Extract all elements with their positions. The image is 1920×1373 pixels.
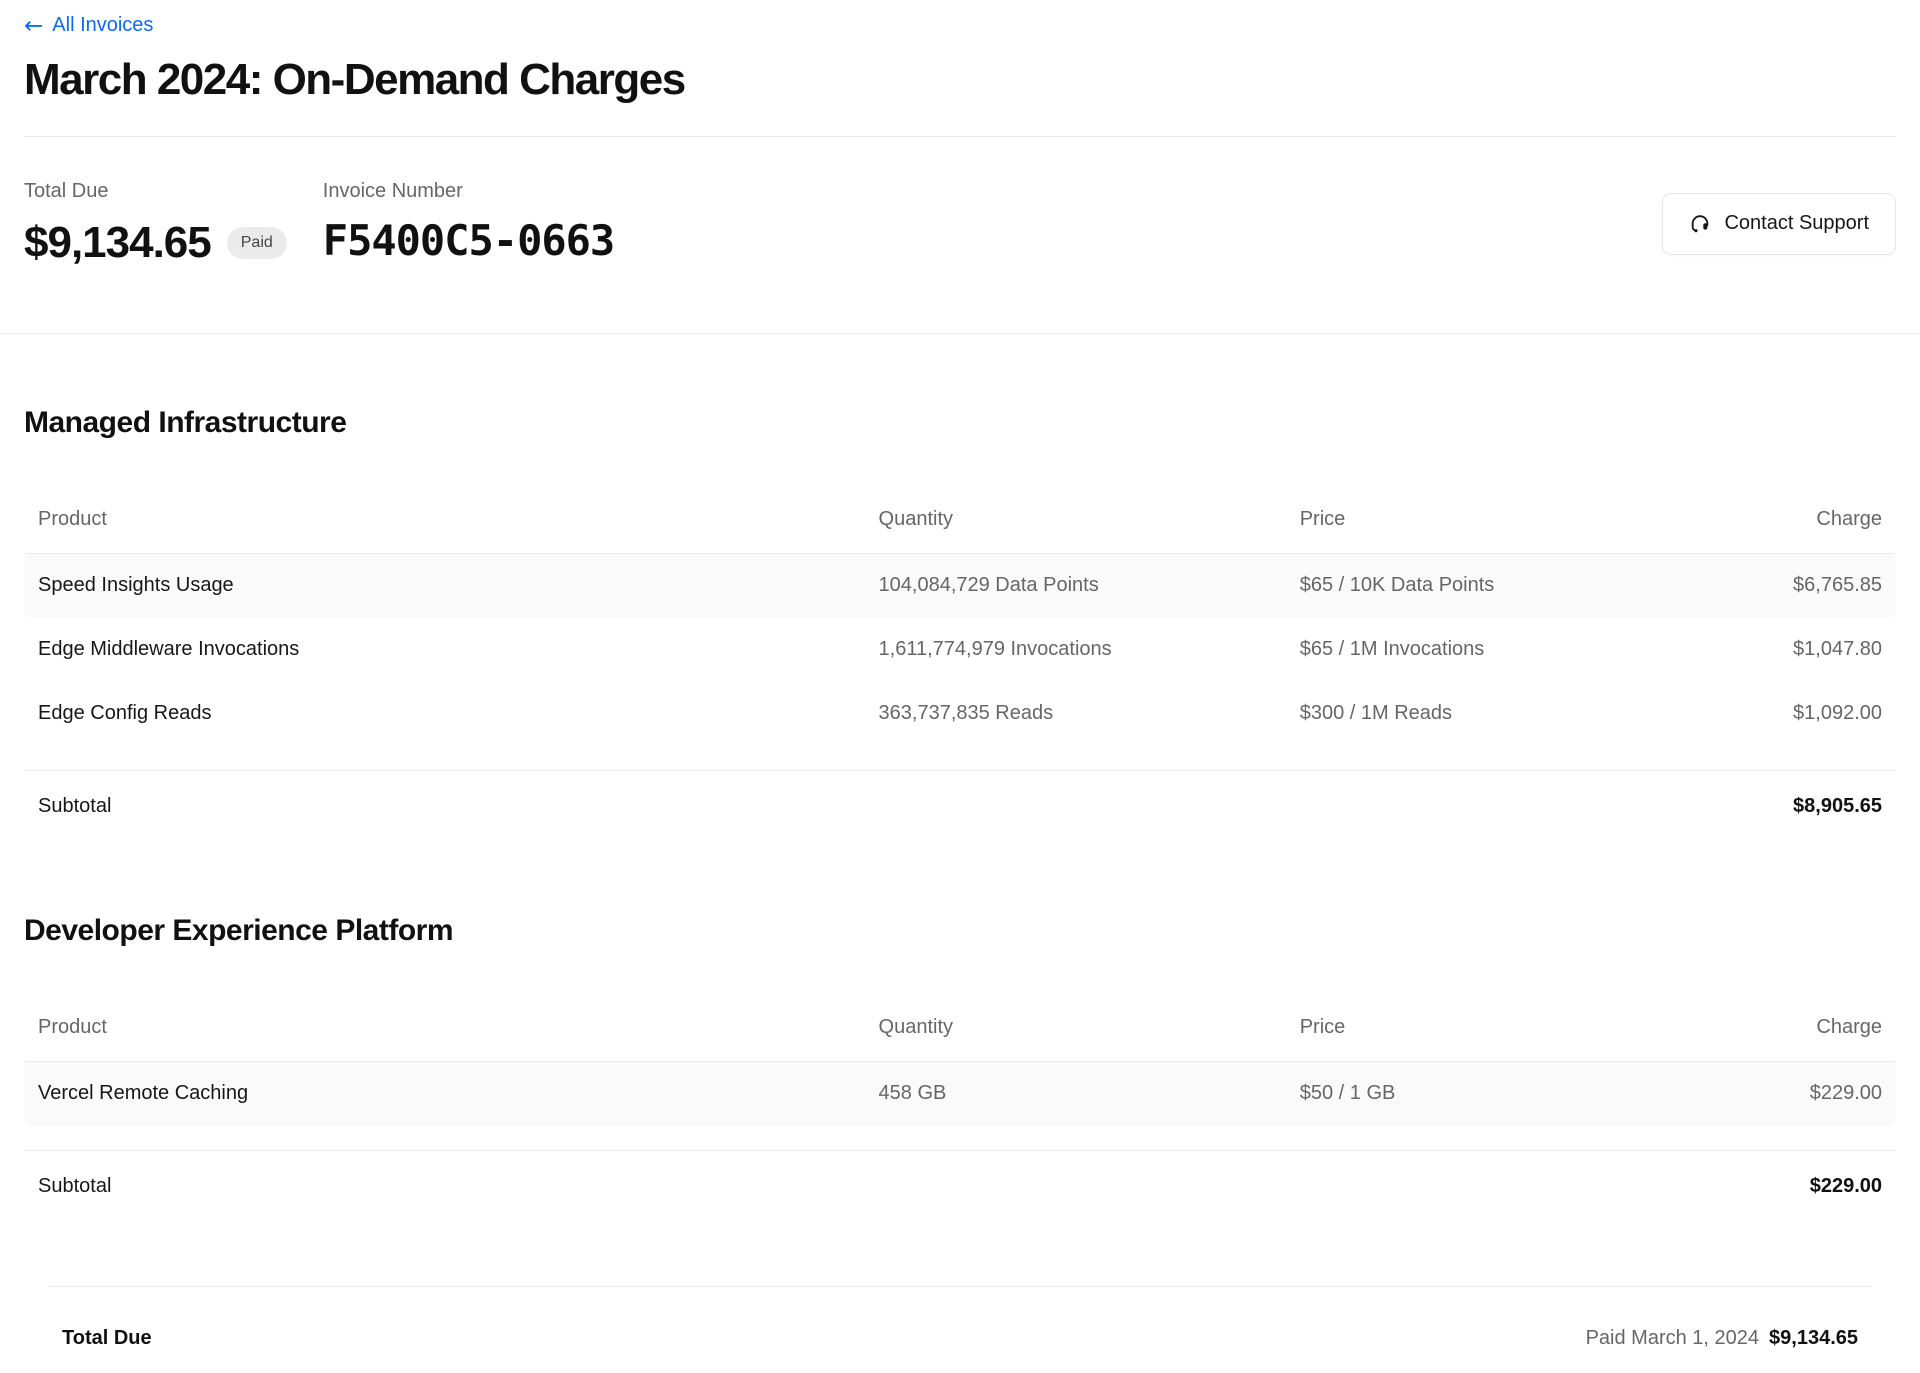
section-heading: Developer Experience Platform <box>24 912 1896 950</box>
column-header-product: Product <box>24 508 865 554</box>
charges-section: Managed Infrastructure Product Quantity … <box>24 404 1896 818</box>
cell-quantity: 1,611,774,979 Invocations <box>865 618 1286 682</box>
invoice-number-value: F5400C5-0663 <box>323 213 614 269</box>
cell-product: Edge Config Reads <box>24 682 865 746</box>
cell-quantity: 363,737,835 Reads <box>865 682 1286 746</box>
footer-paid-date: Paid March 1, 2024 <box>1586 1327 1759 1350</box>
cell-price: $65 / 10K Data Points <box>1286 554 1705 618</box>
total-due-amount: $9,134.65 <box>24 217 211 269</box>
footer-total-due-label: Total Due <box>62 1327 152 1350</box>
summary-divider <box>0 333 1920 334</box>
column-header-quantity: Quantity <box>865 1016 1286 1062</box>
table-row: Edge Config Reads363,737,835 Reads$300 /… <box>24 682 1896 746</box>
subtotal-value: $8,905.65 <box>1793 795 1882 818</box>
cell-charge: $1,092.00 <box>1705 682 1896 746</box>
section-heading: Managed Infrastructure <box>24 404 1896 442</box>
table-header-row: Product Quantity Price Charge <box>24 508 1896 554</box>
sections-container: Managed Infrastructure Product Quantity … <box>24 404 1896 1198</box>
headset-icon <box>1689 213 1711 235</box>
footer-total-amount: $9,134.65 <box>1769 1327 1858 1350</box>
invoice-body: Managed Infrastructure Product Quantity … <box>0 404 1920 1350</box>
page-header: ← All Invoices March 2024: On-Demand Cha… <box>0 0 1920 106</box>
contact-support-button[interactable]: Contact Support <box>1662 193 1896 255</box>
charges-table: Product Quantity Price Charge Vercel Rem… <box>24 1016 1896 1126</box>
cell-charge: $1,047.80 <box>1705 618 1896 682</box>
column-header-price: Price <box>1286 508 1705 554</box>
table-row: Vercel Remote Caching458 GB$50 / 1 GB$22… <box>24 1062 1896 1126</box>
invoice-number-label: Invoice Number <box>323 179 614 203</box>
paid-status-badge: Paid <box>227 227 287 259</box>
column-header-charge: Charge <box>1705 508 1896 554</box>
cell-price: $50 / 1 GB <box>1286 1062 1705 1126</box>
cell-product: Vercel Remote Caching <box>24 1062 865 1126</box>
cell-quantity: 458 GB <box>865 1062 1286 1126</box>
column-header-charge: Charge <box>1705 1016 1896 1062</box>
charges-section: Developer Experience Platform Product Qu… <box>24 912 1896 1198</box>
invoice-number-summary: Invoice Number F5400C5-0663 <box>323 179 614 269</box>
contact-support-label: Contact Support <box>1724 212 1869 235</box>
total-due-label: Total Due <box>24 179 287 203</box>
arrow-left-icon: ← <box>24 16 43 36</box>
cell-price: $300 / 1M Reads <box>1286 682 1705 746</box>
charges-table: Product Quantity Price Charge Speed Insi… <box>24 508 1896 746</box>
subtotal-row: Subtotal $8,905.65 <box>24 770 1896 818</box>
subtotal-label: Subtotal <box>38 1175 111 1198</box>
subtotal-row: Subtotal $229.00 <box>24 1150 1896 1198</box>
column-header-quantity: Quantity <box>865 508 1286 554</box>
cell-charge: $6,765.85 <box>1705 554 1896 618</box>
invoice-summary: Total Due $9,134.65 Paid Invoice Number … <box>24 137 1896 333</box>
subtotal-label: Subtotal <box>38 795 111 818</box>
page-title: March 2024: On-Demand Charges <box>24 53 1896 106</box>
footer-total-row: Total Due Paid March 1, 2024 $9,134.65 <box>48 1286 1872 1350</box>
cell-charge: $229.00 <box>1705 1062 1896 1126</box>
cell-quantity: 104,084,729 Data Points <box>865 554 1286 618</box>
cell-product: Edge Middleware Invocations <box>24 618 865 682</box>
column-header-price: Price <box>1286 1016 1705 1062</box>
cell-product: Speed Insights Usage <box>24 554 865 618</box>
cell-price: $65 / 1M Invocations <box>1286 618 1705 682</box>
table-row: Speed Insights Usage104,084,729 Data Poi… <box>24 554 1896 618</box>
column-header-product: Product <box>24 1016 865 1062</box>
back-link-all-invoices[interactable]: ← All Invoices <box>24 14 153 37</box>
table-header-row: Product Quantity Price Charge <box>24 1016 1896 1062</box>
total-due-summary: Total Due $9,134.65 Paid <box>24 179 287 269</box>
back-link-label: All Invoices <box>52 14 153 37</box>
table-row: Edge Middleware Invocations1,611,774,979… <box>24 618 1896 682</box>
subtotal-value: $229.00 <box>1810 1175 1882 1198</box>
